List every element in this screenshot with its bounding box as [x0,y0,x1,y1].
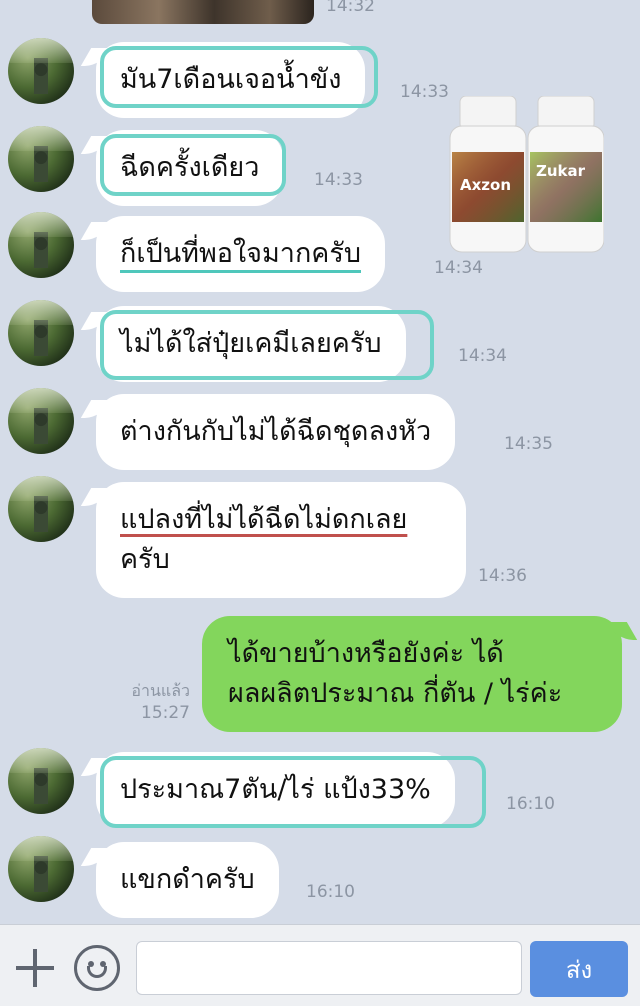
avatar[interactable] [8,748,74,814]
message-text: ฉีดครั้งเดียว [120,152,260,183]
message-text: ก็เป็นที่พอใจมากครับ [120,238,361,269]
chat-area[interactable]: 14:32 มัน7เดือนเจอน้ำขัง 14:33 ฉีดครั้งเ… [0,0,640,924]
bottle-label-axzon: Axzon [460,176,511,194]
message-bubble: ไม่ได้ใส่ปุ๋ยเคมีเลยครับ [96,306,406,382]
avatar[interactable] [8,836,74,902]
message-time: 14:36 [478,566,527,586]
message-time: 16:10 [306,882,355,902]
message-bubble: แปลงที่ไม่ได้ฉีดไม่ดกเลย ครับ [96,482,466,598]
message-time: 14:33 [400,82,449,102]
message-bubble: แขกดำครับ [96,842,279,918]
message-text: แขกดำครับ [120,864,255,895]
message-bubble: ฉีดครั้งเดียว [96,130,284,206]
add-attachment-icon[interactable] [14,947,56,989]
message-time: 14:34 [434,258,483,278]
previous-image-message[interactable] [92,0,314,24]
message-text-line2: ครับ [120,544,170,575]
message-text: มัน7เดือนเจอน้ำขัง [120,64,342,95]
message-bubble-outgoing: ได้ขายบ้างหรือยังค่ะ ได้ ผลผลิตประมาณ กี… [202,616,622,732]
avatar[interactable] [8,388,74,454]
emoji-icon[interactable] [74,945,120,991]
message-bubble: ก็เป็นที่พอใจมากครับ [96,216,385,292]
avatar[interactable] [8,212,74,278]
message-text-line1: แปลงที่ไม่ได้ฉีดไม่ดกเลย [120,504,408,535]
message-time: 14:35 [504,434,553,454]
send-button[interactable]: ส่ง [530,941,628,997]
message-text: ไม่ได้ใส่ปุ๋ยเคมีเลยครับ [120,328,382,359]
read-receipt: อ่านแล้ว 15:27 [112,680,190,724]
message-text-line2: ผลผลิตประมาณ กี่ตัน / ไร่ค่ะ [228,678,563,709]
message-bubble: ประมาณ7ตัน/ไร่ แป้ง33% [96,752,455,828]
bottle-label-zukar: Zukar [536,162,586,180]
avatar[interactable] [8,476,74,542]
message-input-bar: ส่ง [0,924,640,1006]
message-time: 14:32 [326,0,375,16]
message-time: 14:34 [458,346,507,366]
message-time: 16:10 [506,794,555,814]
avatar[interactable] [8,300,74,366]
message-time: 14:33 [314,170,363,190]
message-text: ประมาณ7ตัน/ไร่ แป้ง33% [120,774,431,805]
read-label: อ่านแล้ว [131,681,190,700]
message-input[interactable] [136,941,522,995]
avatar[interactable] [8,38,74,104]
message-bubble: มัน7เดือนเจอน้ำขัง [96,42,366,118]
message-time: 15:27 [141,703,190,723]
message-text-line1: ได้ขายบ้างหรือยังค่ะ ได้ [228,638,504,669]
message-bubble: ต่างกันกับไม่ได้ฉีดชุดลงหัว [96,394,456,470]
product-bottles-image[interactable]: Axzon Zukar [446,96,604,256]
message-text: ต่างกันกับไม่ได้ฉีดชุดลงหัว [120,416,432,447]
avatar[interactable] [8,126,74,192]
